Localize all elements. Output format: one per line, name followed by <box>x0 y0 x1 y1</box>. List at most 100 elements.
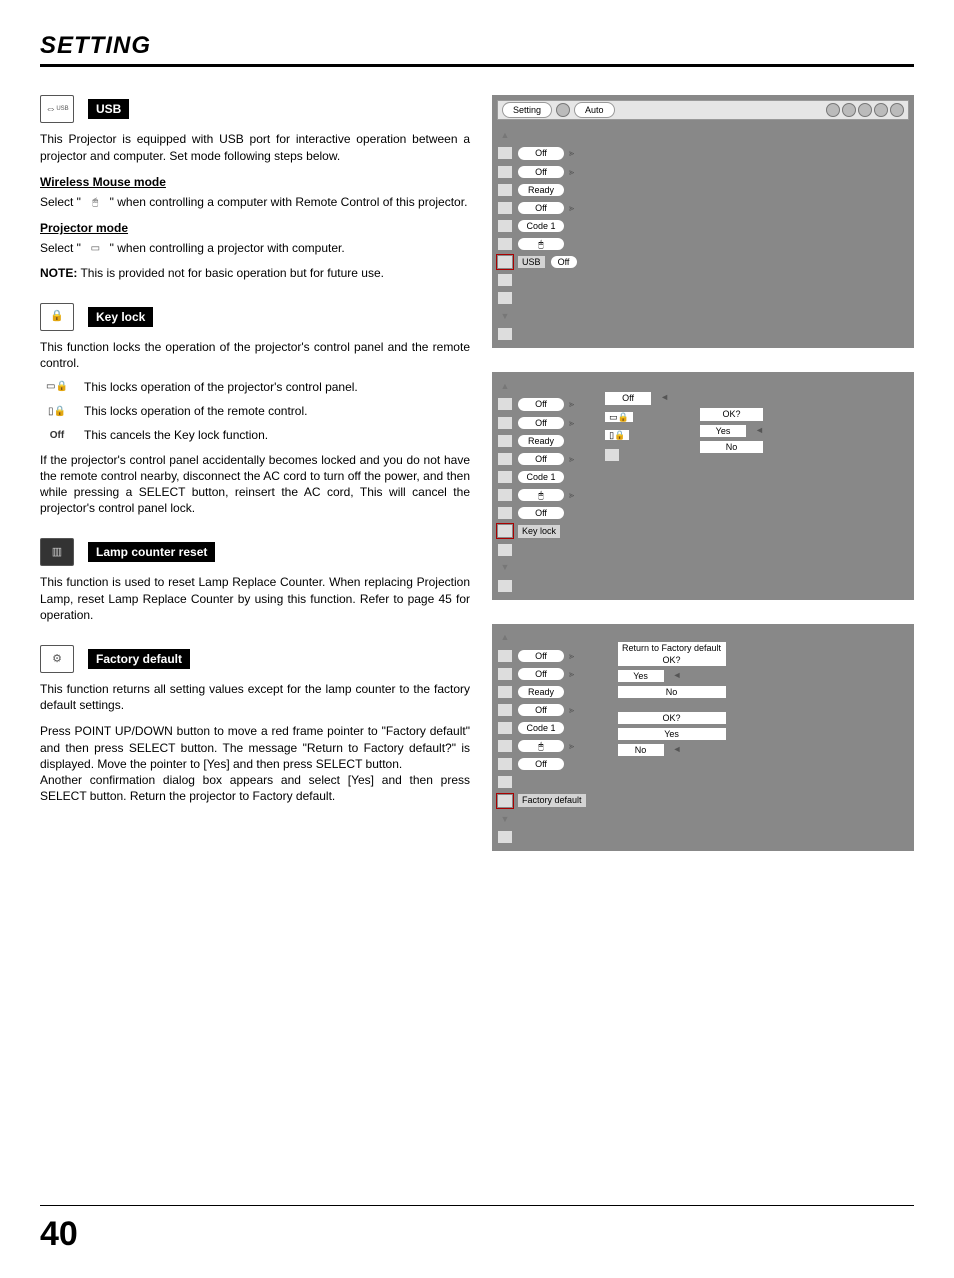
row-icon <box>497 273 513 287</box>
wireless-mouse-heading: Wireless Mouse mode <box>40 174 470 190</box>
mouse-icon: 🖱 <box>84 196 106 210</box>
projector-lock-icon: ▭🔒 <box>40 379 74 395</box>
setting-value: Off <box>517 201 565 215</box>
setting-value: Off <box>517 416 565 430</box>
keylock-row-panel: ▭🔒 This locks operation of the projector… <box>40 379 470 395</box>
scroll-down-icon: ▼ <box>497 309 513 323</box>
scroll-up-icon: ▲ <box>497 631 513 645</box>
popup-off: Off <box>604 391 652 405</box>
top-auto: Auto <box>574 102 615 118</box>
row-icon <box>497 165 513 179</box>
keylock-row-off: Off This cancels the Key lock function. <box>40 427 470 443</box>
lamp-icon: ▥ <box>40 538 74 566</box>
scroll-down-icon: ▼ <box>497 812 513 826</box>
row-icon <box>497 543 513 557</box>
keylock-intro: This function locks the operation of the… <box>40 339 470 371</box>
row-icon <box>497 397 513 411</box>
screenshot-usb: Setting Auto ▲ Off ⪢ Off ⪢ Ready Off ⪢ Code… <box>492 95 914 348</box>
top-icon <box>890 103 904 117</box>
keylock-chip: Key lock <box>517 524 561 538</box>
keylock-paragraph: If the projector's control panel acciden… <box>40 452 470 517</box>
scroll-down-icon: ▼ <box>497 561 513 575</box>
popup-option: ▯🔒 <box>604 429 630 441</box>
setting-value: 🖱 <box>517 739 565 753</box>
setting-value: Ready <box>517 183 565 197</box>
row-icon <box>497 291 513 305</box>
top-icon <box>826 103 840 117</box>
arrow-icon: ⪢ <box>569 202 574 214</box>
usb-section: ⇔USB USB This Projector is equipped with… <box>40 95 470 280</box>
keylock-tag: Key lock <box>88 307 153 327</box>
right-column: Setting Auto ▲ Off ⪢ Off ⪢ Ready Off ⪢ Code… <box>492 95 914 874</box>
keylock-row-remote: ▯🔒 This locks operation of the remote co… <box>40 403 470 419</box>
row-icon <box>497 721 513 735</box>
quit-icon <box>497 579 513 593</box>
usb-tag: USB <box>88 99 129 119</box>
projector-mode-heading: Projector mode <box>40 220 470 236</box>
factory-section: ⚙ Factory default This function returns … <box>40 645 470 804</box>
row-icon <box>497 183 513 197</box>
no-button: No <box>617 743 665 757</box>
setting-value: Code 1 <box>517 721 565 735</box>
row-icon <box>497 757 513 771</box>
yes-button: Yes <box>699 424 747 438</box>
scroll-up-icon: ▲ <box>497 128 513 142</box>
arrow-icon: ⪢ <box>569 166 574 178</box>
row-icon <box>497 452 513 466</box>
usb-note: NOTE: This is provided not for basic ope… <box>40 265 470 281</box>
row-icon <box>497 488 513 502</box>
ok-label: OK? <box>617 711 727 725</box>
confirm-popup: OK? Yes No <box>699 407 764 453</box>
no-button: No <box>699 440 764 454</box>
factory-icon: ⚙ <box>40 645 74 673</box>
left-column: ⇔USB USB This Projector is equipped with… <box>40 95 470 874</box>
remote-lock-icon: ▯🔒 <box>40 403 74 419</box>
setting-value: Off <box>517 649 565 663</box>
pointer-icon <box>669 743 682 757</box>
row-icon <box>497 703 513 717</box>
usb-intro: This Projector is equipped with USB port… <box>40 131 470 163</box>
setting-value: Ready <box>517 685 565 699</box>
lamp-tag: Lamp counter reset <box>88 542 215 562</box>
row-icon <box>497 201 513 215</box>
row-icon <box>497 739 513 753</box>
setting-value: Code 1 <box>517 219 565 233</box>
arrow-icon: ⪢ <box>569 453 574 465</box>
return-label: Return to Factory default OK? <box>617 641 727 667</box>
row-icon <box>497 524 513 538</box>
usb-value: Off <box>550 255 578 269</box>
usb-chip: USB <box>517 255 546 269</box>
factory-p1: This function returns all setting values… <box>40 681 470 713</box>
row-icon <box>497 416 513 430</box>
ok-label: OK? <box>699 407 764 421</box>
factory-p3: Another confirmation dialog box appears … <box>40 772 470 804</box>
top-icon <box>874 103 888 117</box>
row-icon <box>497 506 513 520</box>
menu-topbar: Setting Auto <box>497 100 909 120</box>
row-icon <box>497 649 513 663</box>
page-number: 40 <box>40 1205 914 1258</box>
quit-icon <box>497 830 513 844</box>
setting-value: Off <box>517 757 565 771</box>
projector-mode-text: Select " ▭ " when controlling a projecto… <box>40 240 470 256</box>
keylock-icon: 🔒 <box>40 303 74 331</box>
yes-button: Yes <box>617 669 665 683</box>
top-icon <box>842 103 856 117</box>
setting-value: 🖱 <box>517 237 565 251</box>
row-icon <box>497 685 513 699</box>
arrow-icon: ⪢ <box>569 147 574 159</box>
lamp-paragraph: This function is used to reset Lamp Repl… <box>40 574 470 623</box>
factory-chip: Factory default <box>517 793 587 807</box>
row-icon <box>497 794 513 808</box>
off-icon: Off <box>40 427 74 443</box>
arrow-icon: ⪢ <box>569 398 574 410</box>
row-icon <box>497 667 513 681</box>
lamp-section: ▥ Lamp counter reset This function is us… <box>40 538 470 623</box>
popup-option: ▭🔒 <box>604 411 634 423</box>
top-icon <box>556 103 570 117</box>
setting-value: Off <box>517 165 565 179</box>
yes-button: Yes <box>617 727 727 741</box>
quit-icon <box>497 327 513 341</box>
factory-p2: Press POINT UP/DOWN button to move a red… <box>40 723 470 772</box>
arrow-icon: ⪢ <box>569 417 574 429</box>
